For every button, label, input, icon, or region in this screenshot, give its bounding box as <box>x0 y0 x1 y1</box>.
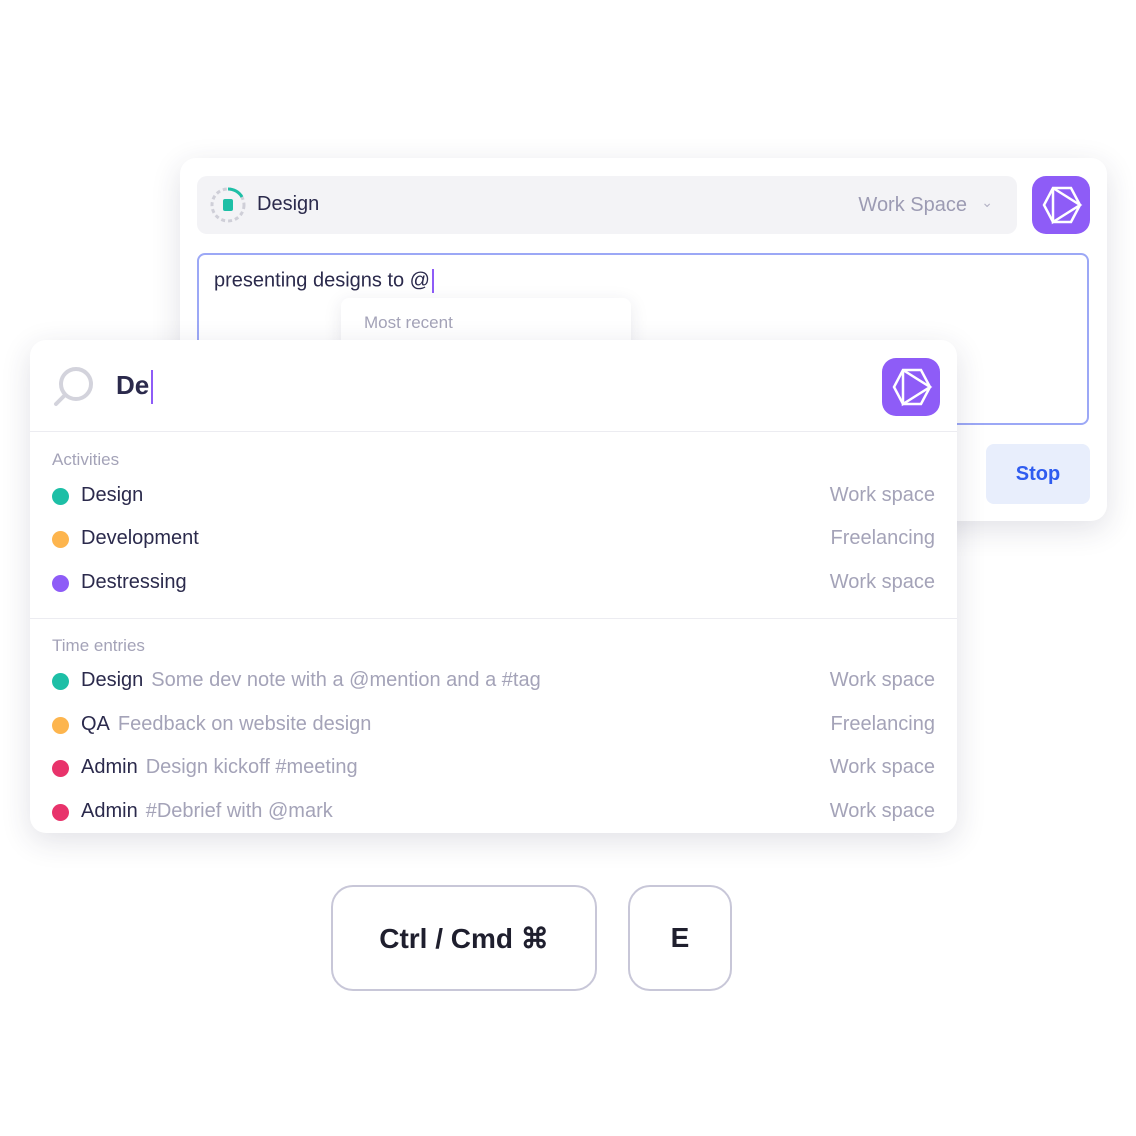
activity-name: Design <box>257 193 320 215</box>
color-dot <box>52 575 69 592</box>
note-text: presenting designs to @ <box>214 269 430 292</box>
item-workspace: Work space <box>829 800 935 822</box>
item-name: Admin <box>81 756 138 778</box>
item-name: Development <box>81 527 199 549</box>
item-note: #Debrief with @mark <box>145 800 333 822</box>
time-entry-item[interactable]: QA Feedback on website design Freelancing <box>52 710 935 740</box>
logo-icon <box>1042 186 1083 225</box>
time-entries-heading: Time entries <box>52 636 145 655</box>
divider <box>30 618 957 619</box>
search-bar[interactable]: De <box>30 340 957 432</box>
stop-button[interactable]: Stop <box>986 444 1090 504</box>
timer-progress-icon <box>210 187 246 223</box>
item-name: Design <box>81 669 144 691</box>
item-note: Feedback on website design <box>117 713 372 735</box>
item-note: Design kickoff #meeting <box>145 756 358 778</box>
color-dot <box>52 531 69 548</box>
activity-item[interactable]: Destressing Work space <box>52 568 935 598</box>
time-entry-item[interactable]: Admin Design kickoff #meeting Work space <box>52 753 935 783</box>
time-entry-item[interactable]: Admin #Debrief with @mark Work space <box>52 797 935 827</box>
search-input[interactable]: De <box>116 370 149 400</box>
color-dot <box>52 760 69 777</box>
color-dot <box>52 717 69 734</box>
time-entry-item[interactable]: Design Some dev note with a @mention and … <box>52 666 935 696</box>
color-dot <box>52 673 69 690</box>
activity-item[interactable]: Design Work space <box>52 481 935 511</box>
color-dot <box>52 488 69 505</box>
item-workspace: Work space <box>829 756 935 778</box>
item-workspace: Freelancing <box>830 713 935 735</box>
item-workspace: Work space <box>829 669 935 691</box>
text-caret <box>151 370 154 405</box>
text-caret <box>432 269 434 293</box>
activity-selector[interactable]: Design Work Space ⌄ <box>197 176 1017 234</box>
search-palette: De Activities Design Work space Developm… <box>30 340 957 833</box>
shortcut-key-ctrl-cmd: Ctrl / Cmd ⌘ <box>331 885 597 991</box>
workspace-select[interactable]: Work Space <box>858 194 967 217</box>
item-workspace: Work space <box>829 484 935 506</box>
most-recent-label: Most recent <box>364 313 453 332</box>
chevron-down-icon[interactable]: ⌄ <box>981 194 993 211</box>
logo-icon <box>892 368 933 407</box>
app-logo-button[interactable] <box>1032 176 1090 234</box>
item-name: Design <box>81 484 144 506</box>
item-name: Destressing <box>81 571 187 593</box>
item-note: Some dev note with a @mention and a #tag <box>151 669 541 691</box>
item-name: Admin <box>81 800 138 822</box>
item-name: QA <box>81 713 110 735</box>
shortcut-key-e: E <box>628 885 732 991</box>
color-dot <box>52 804 69 821</box>
app-logo-button[interactable] <box>882 358 940 416</box>
activities-heading: Activities <box>52 450 120 469</box>
search-icon <box>54 367 93 406</box>
item-workspace: Freelancing <box>830 527 935 549</box>
activity-item[interactable]: Development Freelancing <box>52 524 935 554</box>
item-workspace: Work space <box>829 571 935 593</box>
